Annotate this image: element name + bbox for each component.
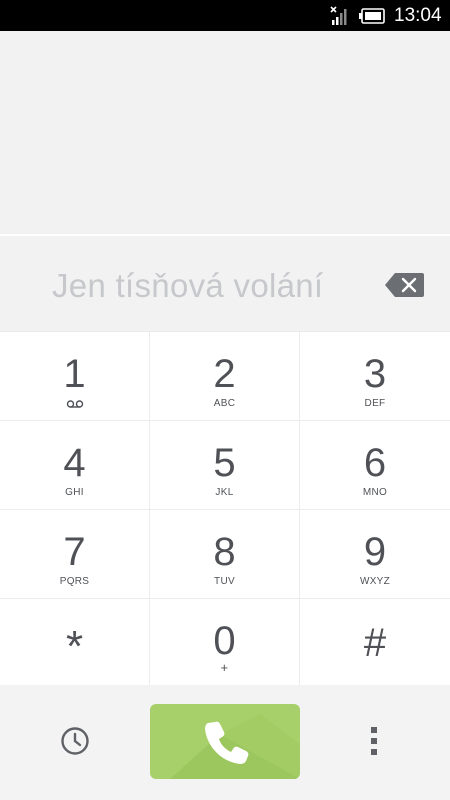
key-letters: DEF xyxy=(364,398,386,409)
key-digit: 9 xyxy=(363,530,387,574)
key-letters: MNO xyxy=(362,487,388,498)
key-digit: 1 xyxy=(63,352,86,396)
key-letters: ABC xyxy=(213,398,236,409)
key-letters: TUV xyxy=(214,576,235,587)
key-digit: 4 xyxy=(63,441,86,485)
battery-icon xyxy=(359,8,385,24)
key-7[interactable]: 7 PQRS xyxy=(0,510,149,598)
call-button[interactable] xyxy=(150,704,300,779)
status-bar: 13:04 xyxy=(0,0,450,31)
key-hash[interactable]: # xyxy=(300,599,450,687)
no-signal-icon xyxy=(330,6,347,25)
emergency-only-hint: Jen tísňová volání xyxy=(52,267,324,304)
bottom-action-bar xyxy=(0,685,450,800)
key-0[interactable]: 0 + xyxy=(150,599,299,687)
key-digit: 2 xyxy=(213,352,236,396)
key-digit: 8 xyxy=(213,530,236,574)
clock-icon[interactable] xyxy=(60,726,90,756)
key-8[interactable]: 8 TUV xyxy=(150,510,299,598)
key-6[interactable]: 6 MNO xyxy=(300,421,450,509)
key-5[interactable]: 5 JKL xyxy=(150,421,299,509)
key-letters: WXYZ xyxy=(359,576,391,587)
key-4[interactable]: 4 GHI xyxy=(0,421,149,509)
key-1[interactable]: 1 xyxy=(0,332,149,420)
key-digit: 6 xyxy=(363,441,387,485)
call-log-area xyxy=(0,31,450,234)
phone-icon xyxy=(205,721,249,764)
status-time: 13:04 xyxy=(394,5,442,26)
dial-keypad: 1 2 ABC 3 DEF 4 GHI 5 JKL 6 MNO 7 PQRS 8… xyxy=(0,331,450,687)
key-digit: * xyxy=(65,622,84,671)
key-digit: # xyxy=(363,621,387,665)
overflow-menu-icon[interactable] xyxy=(366,725,382,757)
backspace-icon[interactable] xyxy=(385,272,425,298)
key-2[interactable]: 2 ABC xyxy=(150,332,299,420)
key-star[interactable]: * xyxy=(0,599,149,687)
key-9[interactable]: 9 WXYZ xyxy=(300,510,450,598)
key-3[interactable]: 3 DEF xyxy=(300,332,450,420)
key-letters: + xyxy=(220,660,229,675)
key-digit: 0 xyxy=(213,619,236,663)
number-display[interactable]: Jen tísňová volání xyxy=(0,236,450,331)
key-digit: 7 xyxy=(63,530,86,574)
voicemail-icon xyxy=(66,400,83,408)
key-letters: JKL xyxy=(215,487,234,498)
key-letters: PQRS xyxy=(59,576,90,587)
key-digit: 5 xyxy=(213,441,236,485)
key-letters: GHI xyxy=(65,487,84,498)
key-digit: 3 xyxy=(363,352,387,396)
